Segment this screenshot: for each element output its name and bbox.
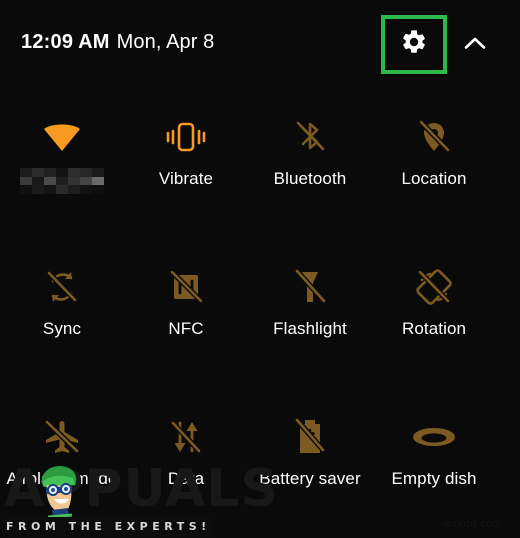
tile-mobile-data[interactable]: Data [124, 396, 248, 538]
tile-label: Location [401, 169, 467, 188]
settings-button[interactable] [385, 19, 443, 70]
tile-bluetooth[interactable]: Bluetooth [248, 96, 372, 246]
settings-button-highlight [381, 15, 447, 74]
status-date-time: 12:09 AM Mon, Apr 8 [21, 30, 214, 54]
tile-label-redacted [2, 168, 122, 194]
tile-vibrate[interactable]: Vibrate [124, 96, 248, 246]
bluetooth-off-icon [248, 111, 372, 163]
tile-battery-saver[interactable]: Battery saver [248, 396, 372, 538]
tile-label: NFC [168, 319, 204, 338]
tile-label: Flashlight [273, 319, 347, 338]
tile-label: Empty dish [391, 469, 477, 488]
clock-time: 12:09 AM [21, 31, 110, 53]
quick-settings-tile-grid: Vibrate Bluetooth Location Sync NFC Flas… [0, 96, 520, 538]
tile-wifi[interactable] [0, 96, 124, 246]
vibrate-icon [124, 111, 248, 163]
tile-label: Airplane mode [6, 469, 118, 488]
tile-nfc[interactable]: NFC [124, 246, 248, 396]
status-header: 12:09 AM Mon, Apr 8 [0, 0, 520, 90]
tile-sync[interactable]: Sync [0, 246, 124, 396]
flashlight-off-icon [248, 261, 372, 313]
wifi-icon [0, 111, 124, 163]
sync-off-icon [0, 261, 124, 313]
tile-label: Rotation [401, 319, 467, 338]
location-off-icon [372, 111, 496, 163]
tile-location[interactable]: Location [372, 96, 496, 246]
rotation-off-icon [372, 261, 496, 313]
chevron-up-icon [463, 35, 487, 56]
tile-label: Vibrate [158, 169, 214, 188]
pixelated-ssid [20, 168, 104, 194]
tile-empty-dish[interactable]: Empty dish [372, 396, 496, 538]
battery-saver-off-icon [248, 411, 372, 463]
tile-label: Bluetooth [273, 169, 347, 188]
clock-date: Mon, Apr 8 [116, 31, 215, 53]
airplane-off-icon [0, 411, 124, 463]
tile-label: Battery saver [259, 469, 361, 488]
dish-icon [372, 411, 496, 463]
mobile-data-off-icon [124, 411, 248, 463]
quick-settings-panel: 12:09 AM Mon, Apr 8 Vibrate Bluetooth Lo… [0, 0, 520, 538]
nfc-off-icon [124, 261, 248, 313]
collapse-panel-button[interactable] [458, 30, 492, 60]
tile-label: Data [167, 469, 205, 488]
tile-rotation[interactable]: Rotation [372, 246, 496, 396]
tile-label: Sync [42, 319, 82, 338]
site-watermark: wsxdn.com [443, 518, 503, 530]
gear-icon [400, 28, 428, 61]
tile-airplane-mode[interactable]: Airplane mode [0, 396, 124, 538]
tile-flashlight[interactable]: Flashlight [248, 246, 372, 396]
